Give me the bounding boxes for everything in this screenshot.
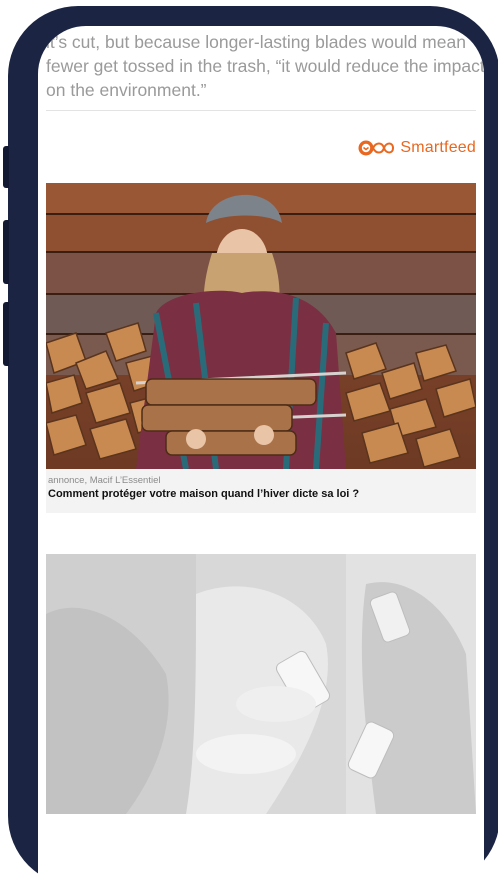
sponsored-card[interactable] <box>46 554 476 814</box>
card-headline[interactable]: Comment protéger votre maison quand l’hi… <box>48 487 474 502</box>
card-meta: annonce, Macif L’Essentiel Comment proté… <box>46 469 476 513</box>
sponsored-card[interactable]: annonce, Macif L’Essentiel Comment proté… <box>46 183 476 513</box>
phone-mute-switch <box>3 146 9 188</box>
card-image[interactable] <box>46 554 476 814</box>
smartfeed-label: Smartfeed <box>400 139 476 156</box>
article-paragraph: it’s cut, but because longer-lasting bla… <box>46 32 484 100</box>
card-image[interactable] <box>46 183 476 469</box>
phone-volume-up-button <box>3 220 9 284</box>
woman-carrying-firewood-photo <box>46 183 476 469</box>
smartfeed-infinity-icon <box>358 140 395 156</box>
smartfeed-brand[interactable]: Smartfeed <box>356 138 476 158</box>
section-divider <box>46 110 476 111</box>
sponsor-label: annonce, Macif L’Essentiel <box>48 475 161 486</box>
phone-frame: it’s cut, but because longer-lasting bla… <box>3 6 498 886</box>
people-using-smartphones-photo <box>46 554 476 814</box>
phone-volume-down-button <box>3 302 9 366</box>
phone-screen: it’s cut, but because longer-lasting bla… <box>38 26 484 886</box>
